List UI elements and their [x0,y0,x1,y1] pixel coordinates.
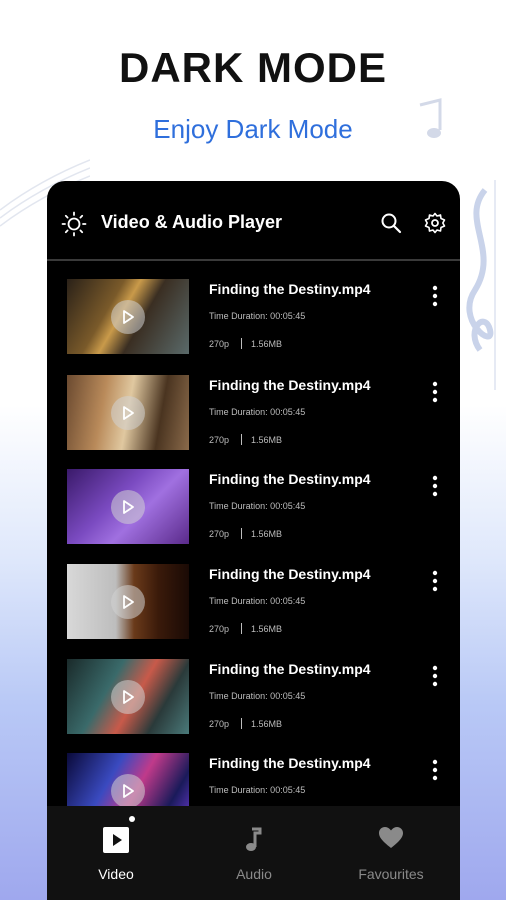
play-icon[interactable] [111,585,145,619]
video-size: 1.56MB [251,435,283,445]
video-size: 1.56MB [251,339,283,349]
video-title: Finding the Destiny.mp4 [209,661,371,677]
nav-audio-label: Audio [236,866,272,882]
video-size: 1.56MB [251,529,283,539]
meta-divider [241,434,243,445]
video-list-item[interactable]: Finding the Destiny.mp4 Time Duration: 00… [47,261,460,354]
video-list-item[interactable]: Finding the Destiny.mp4 Time Duration: 00… [47,641,460,734]
more-options-icon[interactable] [431,570,439,592]
video-meta: 270p 1.56MB [209,623,282,634]
video-thumbnail[interactable] [67,659,189,734]
nav-video-label: Video [98,866,134,882]
video-duration: Time Duration: 00:05:45 [209,691,306,701]
video-list-item[interactable]: Finding the Destiny.mp4 Time Duration: 00… [47,735,460,806]
video-thumbnail[interactable] [67,753,189,806]
play-icon[interactable] [111,490,145,524]
video-duration: Time Duration: 00:05:45 [209,501,306,511]
video-quality: 270p [209,339,230,349]
video-meta: 270p 1.56MB [209,528,282,539]
video-quality: 270p [209,719,230,729]
video-thumbnail[interactable] [67,469,189,544]
more-options-icon[interactable] [431,475,439,497]
video-list: Finding the Destiny.mp4 Time Duration: 00… [47,261,460,806]
nav-favourites[interactable]: Favourites [322,806,460,900]
video-title: Finding the Destiny.mp4 [209,377,371,393]
meta-divider [241,623,243,634]
video-title: Finding the Destiny.mp4 [209,281,371,297]
video-list-item[interactable]: Finding the Destiny.mp4 Time Duration: 00… [47,357,460,450]
play-icon[interactable] [111,300,145,334]
play-icon[interactable] [111,396,145,430]
video-list-item[interactable]: Finding the Destiny.mp4 Time Duration: 00… [47,451,460,544]
video-quality: 270p [209,435,230,445]
video-title: Finding the Destiny.mp4 [209,755,371,771]
more-options-icon[interactable] [431,381,439,403]
meta-divider [241,338,243,349]
treble-clef-decoration [466,180,496,390]
video-title: Finding the Destiny.mp4 [209,566,371,582]
video-size: 1.56MB [251,624,283,634]
sun-icon[interactable] [61,211,87,237]
video-duration: Time Duration: 00:05:45 [209,311,306,321]
video-thumbnail[interactable] [67,375,189,450]
play-icon[interactable] [111,680,145,714]
video-quality: 270p [209,529,230,539]
video-title: Finding the Destiny.mp4 [209,471,371,487]
video-meta: 270p 1.56MB [209,338,282,349]
search-icon[interactable] [380,212,402,234]
video-list-item[interactable]: Finding the Destiny.mp4 Time Duration: 00… [47,546,460,639]
video-meta: 270p 1.56MB [209,718,282,729]
promo-title: DARK MODE [119,44,387,91]
video-duration: Time Duration: 00:05:45 [209,596,306,606]
app-bar: Video & Audio Player [47,181,460,261]
meta-divider [241,718,243,729]
more-options-icon[interactable] [431,759,439,781]
video-duration: Time Duration: 00:05:45 [209,785,306,795]
video-size: 1.56MB [251,719,283,729]
nav-audio[interactable]: Audio [185,806,323,900]
video-quality: 270p [209,624,230,634]
promo-subtitle: Enjoy Dark Mode [153,114,353,144]
video-thumbnail[interactable] [67,564,189,639]
music-note-icon [246,827,262,851]
app-screen: Video & Audio Player Finding the Destiny… [47,181,460,900]
more-options-icon[interactable] [431,665,439,687]
video-duration: Time Duration: 00:05:45 [209,407,306,417]
heart-icon [379,827,403,848]
video-thumbnail[interactable] [67,279,189,354]
video-meta: 270p 1.56MB [209,434,282,445]
bottom-navigation: Video Audio Favourites [47,806,460,900]
meta-divider [241,528,243,539]
nav-favourites-label: Favourites [358,866,424,882]
nav-video[interactable]: Video [47,806,185,900]
gear-icon[interactable] [424,212,446,234]
video-icon [103,827,129,853]
active-dot-indicator [129,816,135,822]
app-title: Video & Audio Player [101,212,283,232]
play-icon[interactable] [111,774,145,806]
more-options-icon[interactable] [431,285,439,307]
